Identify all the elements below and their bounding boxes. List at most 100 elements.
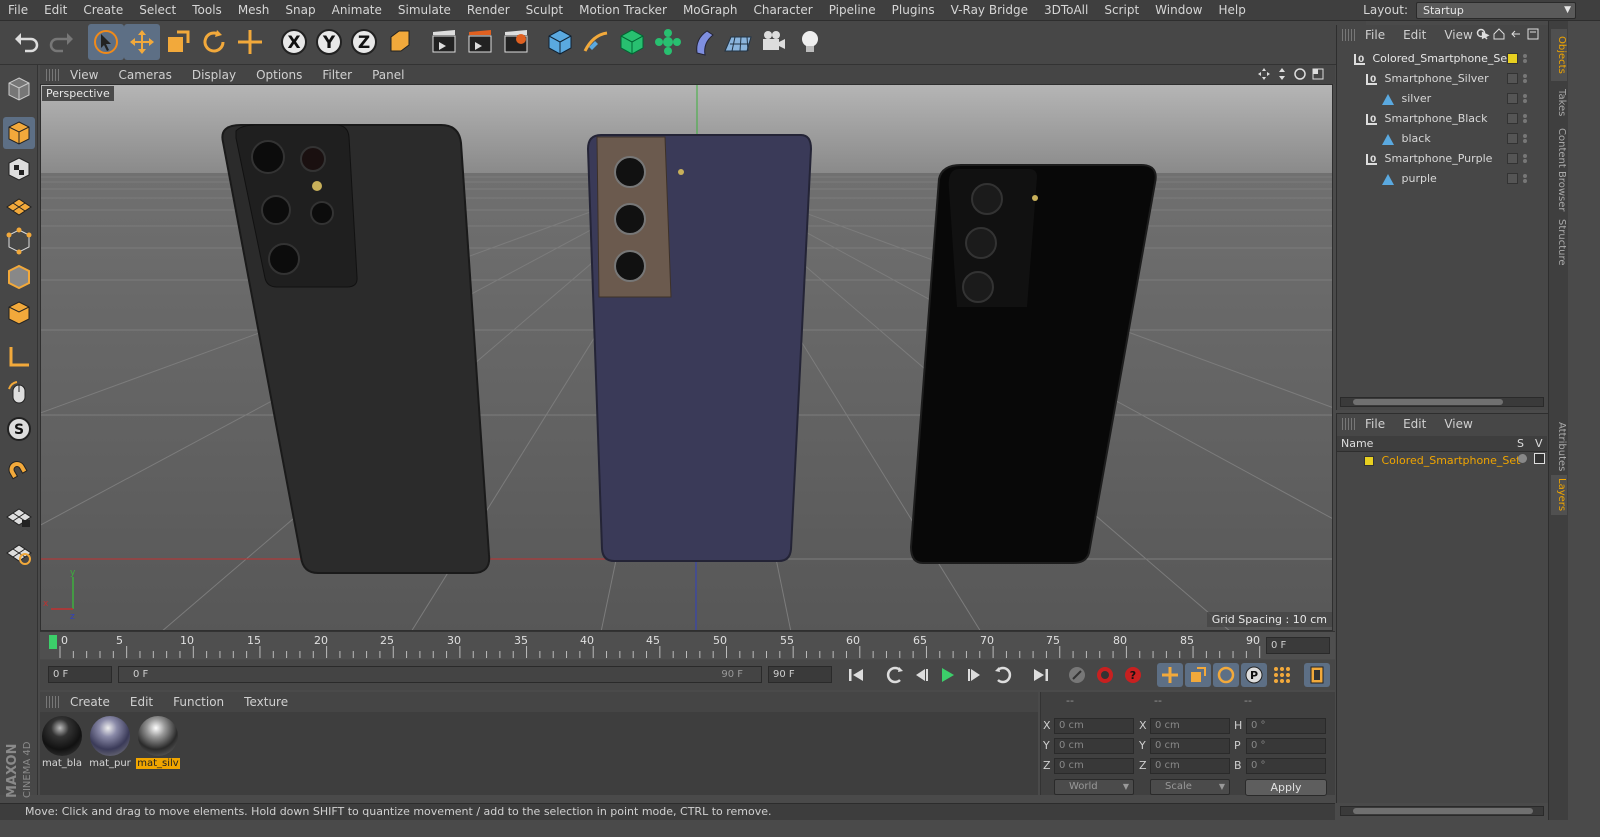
model-mode-button[interactable]: [3, 117, 35, 149]
menu-character[interactable]: Character: [745, 0, 820, 21]
object-visibility-controls[interactable]: [1504, 49, 1540, 68]
edges-mode-button[interactable]: [3, 261, 35, 293]
panel-grip-icon[interactable]: [1342, 29, 1356, 41]
viewport-menu-view[interactable]: View: [60, 68, 108, 82]
menu-help[interactable]: Help: [1210, 0, 1253, 21]
spline-pen-button[interactable]: [578, 24, 614, 60]
layer-menu-file[interactable]: File: [1356, 417, 1394, 431]
visibility-dots-icon[interactable]: [1523, 134, 1527, 138]
material-swatch-black[interactable]: mat_bla: [40, 716, 84, 769]
undo-button[interactable]: [8, 24, 44, 60]
preview-range-slider[interactable]: 0 F 90 F: [118, 666, 762, 683]
viewport-menu-filter[interactable]: Filter: [312, 68, 362, 82]
object-row-purple[interactable]: purple: [1338, 169, 1504, 188]
floor-button[interactable]: [720, 24, 756, 60]
size-y-field[interactable]: 0 cm: [1150, 738, 1230, 754]
menu-file[interactable]: File: [0, 0, 36, 21]
visibility-dots-icon[interactable]: [1523, 74, 1527, 78]
workplane-mode-button[interactable]: [3, 189, 35, 221]
visibility-dots-icon[interactable]: [1523, 154, 1527, 158]
perspective-viewport[interactable]: y x z: [40, 84, 1333, 631]
key-rotation-button[interactable]: [1213, 663, 1239, 687]
apply-button[interactable]: Apply: [1245, 779, 1327, 796]
play-button[interactable]: [934, 663, 960, 687]
object-row-silver[interactable]: silver: [1338, 89, 1504, 108]
layer-col-solo[interactable]: S: [1517, 437, 1524, 450]
zoom-icon[interactable]: [1275, 67, 1289, 81]
tab-takes[interactable]: Takes: [1551, 83, 1567, 123]
menu-script[interactable]: Script: [1096, 0, 1147, 21]
render-settings-button[interactable]: [498, 24, 534, 60]
menu-create[interactable]: Create: [75, 0, 131, 21]
viewport-menu-cameras[interactable]: Cameras: [108, 68, 181, 82]
viewport-menu-panel[interactable]: Panel: [362, 68, 414, 82]
new-window-icon[interactable]: [1527, 28, 1539, 40]
previous-key-button[interactable]: [882, 663, 908, 687]
timeline-window-button[interactable]: [1304, 663, 1330, 687]
object-menu-edit[interactable]: Edit: [1394, 28, 1435, 42]
material-menu-texture[interactable]: Texture: [234, 695, 298, 709]
camera-button[interactable]: [756, 24, 792, 60]
tweak-mode-button[interactable]: [3, 377, 35, 409]
viewport-menu-options[interactable]: Options: [246, 68, 312, 82]
menu-snap[interactable]: Snap: [277, 0, 323, 21]
key-parameter-button[interactable]: P: [1241, 663, 1267, 687]
go-to-end-button[interactable]: [1028, 663, 1054, 687]
menu-animate[interactable]: Animate: [324, 0, 390, 21]
pan-icon[interactable]: [1257, 67, 1271, 81]
visibility-dots-icon[interactable]: [1523, 114, 1527, 118]
menu-mesh[interactable]: Mesh: [230, 0, 278, 21]
workplane-lock-button[interactable]: [3, 501, 35, 533]
key-pla-button[interactable]: [1269, 663, 1295, 687]
workplane-rotate-button[interactable]: [3, 537, 35, 569]
end-frame-field[interactable]: 90 F: [768, 666, 832, 683]
visibility-dots-icon[interactable]: [1523, 54, 1527, 58]
record-keys-button[interactable]: [1064, 663, 1090, 687]
axis-mode-button[interactable]: [3, 341, 35, 373]
key-position-button[interactable]: [1157, 663, 1183, 687]
previous-frame-button[interactable]: [908, 663, 934, 687]
subdivision-surface-button[interactable]: [614, 24, 650, 60]
object-menu-view[interactable]: View: [1435, 28, 1481, 42]
menu-tools[interactable]: Tools: [184, 0, 230, 21]
menu-plugins[interactable]: Plugins: [884, 0, 943, 21]
menu-edit[interactable]: Edit: [36, 0, 75, 21]
home-icon[interactable]: [1493, 28, 1505, 40]
object-row-black[interactable]: black: [1338, 129, 1504, 148]
texture-mode-button[interactable]: [3, 153, 35, 185]
object-menu-file[interactable]: File: [1356, 28, 1394, 42]
object-row-smartphone-black[interactable]: 0 Smartphone_Black: [1338, 109, 1504, 128]
size-x-field[interactable]: 0 cm: [1150, 718, 1230, 734]
material-menu-edit[interactable]: Edit: [120, 695, 163, 709]
object-row-smartphone-purple[interactable]: 0 Smartphone_Purple: [1338, 149, 1504, 168]
scrollbar-thumb[interactable]: [1353, 808, 1533, 814]
current-frame-field[interactable]: 0 F: [48, 666, 112, 683]
maximize-view-icon[interactable]: [1311, 67, 1325, 81]
magnet-button[interactable]: [3, 457, 35, 489]
key-scale-button[interactable]: [1185, 663, 1211, 687]
polygons-mode-button[interactable]: [3, 297, 35, 329]
phone-purple[interactable]: [586, 134, 813, 562]
coordinate-system-button[interactable]: [382, 24, 418, 60]
scrollbar-thumb[interactable]: [1353, 399, 1503, 405]
recent-tool-button[interactable]: [232, 24, 268, 60]
object-row-colored-set[interactable]: 0 Colored_Smartphone_Set: [1338, 49, 1512, 68]
material-swatch-silver[interactable]: mat_silv: [136, 716, 180, 769]
menu-window[interactable]: Window: [1147, 0, 1210, 21]
cube-primitive-button[interactable]: [542, 24, 578, 60]
render-view-button[interactable]: [426, 24, 462, 60]
object-visibility-controls[interactable]: [1504, 69, 1540, 88]
object-row-smartphone-silver[interactable]: 0 Smartphone_Silver: [1338, 69, 1504, 88]
object-visibility-controls[interactable]: [1504, 109, 1540, 128]
rot-b-field[interactable]: 0 °: [1246, 758, 1326, 774]
panel-grip-icon[interactable]: [46, 68, 60, 81]
menu-render[interactable]: Render: [459, 0, 518, 21]
visibility-dots-icon[interactable]: [1523, 174, 1527, 178]
points-mode-button[interactable]: [3, 225, 35, 257]
timeline-frame-field[interactable]: 0 F: [1266, 637, 1330, 654]
cloner-button[interactable]: [650, 24, 686, 60]
tab-structure[interactable]: Structure: [1551, 217, 1567, 267]
menu-vray-bridge[interactable]: V-Ray Bridge: [943, 0, 1036, 21]
layer-col-visible[interactable]: V: [1535, 437, 1543, 450]
make-editable-button[interactable]: [3, 73, 35, 105]
